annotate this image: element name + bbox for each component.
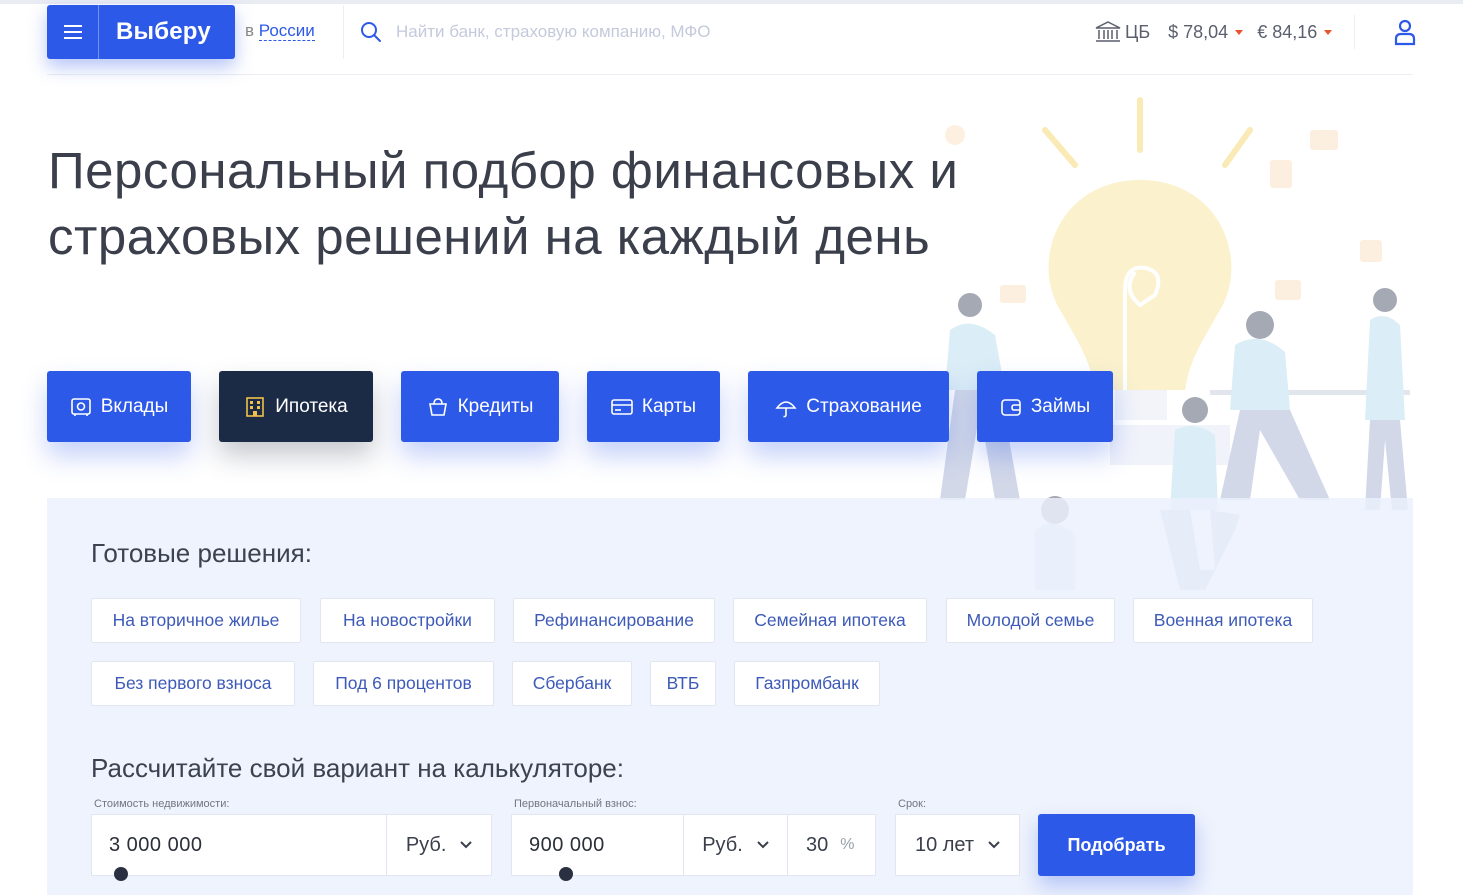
- cost-slider-handle[interactable]: [114, 867, 128, 881]
- chevron-down-icon: [460, 841, 473, 849]
- product-label: Ипотека: [275, 395, 348, 417]
- down-payment-percent-value[interactable]: 30: [806, 834, 828, 857]
- caret-down-icon: [1324, 30, 1333, 35]
- product-mortgage-button[interactable]: Ипотека: [219, 371, 373, 442]
- user-icon[interactable]: [1391, 18, 1419, 46]
- hero-title: Персональный подбор финансовых и страхов…: [48, 138, 1048, 270]
- search-input[interactable]: [396, 22, 956, 42]
- search-bar: [343, 5, 956, 59]
- region-prefix: в: [245, 21, 255, 40]
- chip-gazprombank[interactable]: Газпромбанк: [734, 661, 880, 706]
- exchange-rates: ЦБ $ 78,04 € 84,16: [1095, 21, 1346, 44]
- product-credits-button[interactable]: Кредиты: [401, 371, 559, 442]
- down-payment-label: Первоначальный взнос:: [514, 798, 637, 810]
- cost-input[interactable]: 3 000 000: [109, 834, 386, 857]
- usd-value: $ 78,04: [1168, 22, 1229, 42]
- hamburger-icon: [63, 25, 82, 39]
- term-value: 10 лет: [914, 833, 975, 856]
- product-label: Страхование: [806, 395, 922, 417]
- product-nav: Вклады Ипотека Кредиты Карты Страхование…: [47, 371, 1113, 442]
- eur-value: € 84,16: [1257, 22, 1318, 42]
- product-cards-button[interactable]: Карты: [587, 371, 720, 442]
- divider: [1354, 15, 1355, 49]
- region-city[interactable]: России: [258, 21, 315, 41]
- chip-new-buildings[interactable]: На новостройки: [320, 598, 495, 643]
- product-deposits-button[interactable]: Вклады: [47, 371, 191, 442]
- down-payment-percent-field[interactable]: 30 %: [787, 815, 873, 875]
- submit-button[interactable]: Подобрать: [1038, 814, 1195, 876]
- product-insurance-button[interactable]: Страхование: [748, 371, 949, 442]
- cost-currency-select[interactable]: Руб.: [386, 815, 491, 875]
- product-loans-button[interactable]: Займы: [977, 371, 1113, 442]
- umbrella-icon: [775, 400, 797, 417]
- calculator-title: Рассчитайте свой вариант на калькуляторе…: [91, 753, 624, 783]
- logo-block[interactable]: Выберу: [47, 5, 235, 59]
- chip-no-down-payment[interactable]: Без первого взноса: [91, 661, 295, 706]
- chip-secondary-housing[interactable]: На вторичное жилье: [91, 598, 301, 643]
- product-label: Вклады: [100, 395, 169, 417]
- down-payment-currency-select[interactable]: Руб.: [683, 815, 787, 875]
- usd-rate[interactable]: $ 78,04: [1168, 22, 1244, 43]
- cost-currency-value: Руб.: [405, 833, 447, 856]
- solutions-title: Готовые решения:: [91, 538, 312, 568]
- chevron-down-icon: [757, 841, 769, 849]
- solutions-panel: Готовые решения: На вторичное жилье На н…: [47, 498, 1413, 895]
- eur-rate[interactable]: € 84,16: [1257, 22, 1333, 43]
- cost-label: Стоимость недвижимости:: [94, 798, 230, 810]
- caret-down-icon: [1235, 30, 1244, 35]
- chip-refinancing[interactable]: Рефинансирование: [513, 598, 715, 643]
- safe-icon: [70, 397, 91, 416]
- chip-young-family[interactable]: Молодой семье: [946, 598, 1115, 643]
- chip-military-mortgage[interactable]: Военная ипотека: [1133, 598, 1313, 643]
- wallet-icon: [1001, 398, 1021, 416]
- down-payment-slider-handle[interactable]: [559, 867, 573, 881]
- down-payment-currency-value: Руб.: [702, 833, 743, 856]
- product-label: Кредиты: [457, 395, 534, 417]
- chip-family-mortgage[interactable]: Семейная ипотека: [733, 598, 927, 643]
- site-header: Выберу в России ЦБ $ 78,04 € 84,16: [47, 5, 1416, 75]
- search-icon[interactable]: [360, 21, 382, 43]
- rates-source: ЦБ: [1125, 22, 1151, 42]
- hero-title-line-1: Персональный подбор финансовых и: [48, 142, 959, 199]
- chip-sberbank[interactable]: Сбербанк: [512, 661, 632, 706]
- chevron-down-icon: [988, 841, 1000, 849]
- chip-vtb[interactable]: ВТБ: [650, 661, 716, 706]
- down-payment-input[interactable]: 900 000: [529, 834, 683, 857]
- hero-title-line-2: страховых решений на каждый день: [48, 208, 931, 265]
- product-label: Займы: [1030, 395, 1091, 417]
- product-label: Карты: [641, 395, 697, 417]
- region-selector[interactable]: в России: [245, 21, 315, 41]
- brand-name[interactable]: Выберу: [116, 18, 211, 46]
- chip-six-percent[interactable]: Под 6 процентов: [313, 661, 494, 706]
- term-field: 10 лет: [895, 814, 1020, 876]
- term-label: Срок:: [898, 798, 927, 810]
- bank-icon: [1095, 21, 1121, 44]
- cost-field: 3 000 000 Руб.: [91, 814, 492, 876]
- term-select[interactable]: 10 лет: [896, 815, 1019, 875]
- building-icon: [246, 396, 265, 417]
- menu-button[interactable]: [47, 5, 99, 59]
- top-border: [0, 0, 1463, 4]
- card-icon: [611, 398, 633, 415]
- percent-sign: %: [840, 836, 855, 853]
- basket-icon: [428, 397, 447, 416]
